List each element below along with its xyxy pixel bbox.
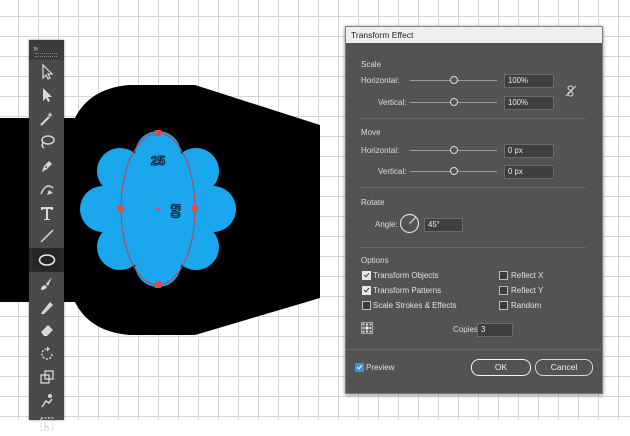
copies-label: Copies (453, 325, 478, 334)
type-tool[interactable] (29, 201, 64, 225)
ellipse-tool-icon (38, 251, 56, 269)
options-section-title: Options (361, 256, 389, 265)
divider (360, 118, 586, 119)
transform-patterns-checkbox[interactable] (362, 286, 371, 295)
reflect-x-label[interactable]: Reflect X (511, 271, 543, 280)
puppet-warp-tool-icon (38, 392, 56, 410)
pen-tool[interactable] (29, 154, 64, 178)
selection-tool[interactable] (29, 60, 64, 84)
scale-horizontal-thumb[interactable] (450, 76, 458, 84)
preview-label[interactable]: Preview (366, 363, 394, 372)
dialog-title[interactable]: Transform Effect (346, 27, 602, 43)
direct-selection-tool-icon (38, 86, 56, 104)
transform-objects-label[interactable]: Transform Objects (373, 271, 439, 280)
collapse-icon[interactable]: » (33, 43, 37, 53)
angle-dial-hand (410, 217, 416, 223)
free-transform-tool[interactable] (29, 413, 64, 436)
line-segment-tool[interactable] (29, 225, 64, 249)
move-horizontal-thumb[interactable] (450, 146, 458, 154)
move-section-title: Move (361, 128, 381, 137)
pen-tool-icon (38, 157, 56, 175)
puppet-warp-tool[interactable] (29, 389, 64, 413)
lasso-tool[interactable] (29, 131, 64, 155)
divider (360, 247, 586, 248)
scale-tool-icon (38, 368, 56, 386)
scale-strokes-checkbox[interactable] (362, 301, 371, 310)
center-point (157, 208, 160, 211)
direct-selection-tool[interactable] (29, 84, 64, 108)
eraser-tool[interactable] (29, 319, 64, 343)
random-label[interactable]: Random (511, 301, 541, 310)
anchor-left (118, 206, 124, 212)
curvature-tool[interactable] (29, 178, 64, 202)
move-vertical-slider[interactable] (410, 171, 497, 172)
transform-patterns-label[interactable]: Transform Patterns (373, 286, 441, 295)
selection-tool-icon (38, 63, 56, 81)
scale-vertical-slider[interactable] (410, 102, 497, 103)
paintbrush-tool[interactable] (29, 272, 64, 296)
magic-wand-tool[interactable] (29, 107, 64, 131)
reference-point-icon[interactable] (361, 322, 373, 334)
divider (360, 187, 586, 188)
scale-section-title: Scale (361, 60, 381, 69)
anchor-top (155, 130, 161, 136)
scale-vertical-thumb[interactable] (450, 98, 458, 106)
type-tool-icon (38, 204, 56, 222)
reflect-y-checkbox[interactable] (499, 286, 508, 295)
move-horizontal-field[interactable]: 0 px (504, 144, 554, 158)
free-transform-tool-icon (38, 415, 56, 433)
anchor-right (192, 206, 198, 212)
preview-checkbox[interactable] (355, 363, 364, 372)
label-top: 25 (151, 153, 165, 168)
scale-horizontal-label: Horizontal: (361, 76, 399, 85)
divider (346, 349, 602, 350)
reflect-y-label[interactable]: Reflect Y (511, 286, 543, 295)
pencil-tool-icon (38, 298, 56, 316)
move-vertical-label: Vertical: (378, 167, 406, 176)
curvature-tool-icon (38, 180, 56, 198)
transform-effect-dialog: Transform Effect Scale Horizontal: 100% … (345, 26, 603, 394)
move-horizontal-label: Horizontal: (361, 146, 399, 155)
lasso-tool-icon (38, 133, 56, 151)
angle-label: Angle: (375, 220, 398, 229)
ok-button[interactable]: OK (471, 359, 531, 376)
ellipse-tool[interactable] (29, 248, 64, 272)
scale-vertical-label: Vertical: (378, 98, 406, 107)
rotate-tool[interactable] (29, 342, 64, 366)
pencil-tool[interactable] (29, 295, 64, 319)
cancel-button[interactable]: Cancel (535, 359, 593, 376)
scale-strokes-label[interactable]: Scale Strokes & Effects (373, 301, 456, 310)
angle-dial[interactable] (399, 213, 420, 234)
scale-tool[interactable] (29, 366, 64, 390)
anchor-bottom (155, 282, 161, 288)
label-right: 50 (168, 204, 183, 218)
angle-field[interactable]: 45° (424, 218, 463, 232)
line-segment-tool-icon (38, 227, 56, 245)
paintbrush-tool-icon (38, 274, 56, 292)
tools-panel: » (29, 40, 64, 420)
move-vertical-field[interactable]: 0 px (504, 165, 554, 179)
reflect-x-checkbox[interactable] (499, 271, 508, 280)
scale-vertical-field[interactable]: 100% (504, 96, 554, 110)
rotate-section-title: Rotate (361, 198, 385, 207)
magic-wand-tool-icon (38, 110, 56, 128)
move-horizontal-slider[interactable] (410, 150, 497, 151)
copies-field[interactable]: 3 (477, 323, 513, 337)
tools-panel-header[interactable]: » (29, 40, 64, 60)
rotate-tool-icon (38, 345, 56, 363)
transform-objects-checkbox[interactable] (362, 271, 371, 280)
move-vertical-thumb[interactable] (450, 167, 458, 175)
scale-horizontal-slider[interactable] (410, 80, 497, 81)
random-checkbox[interactable] (499, 301, 508, 310)
unlink-icon[interactable] (565, 85, 577, 97)
scale-horizontal-field[interactable]: 100% (504, 74, 554, 88)
grip-icon[interactable] (35, 53, 57, 57)
eraser-tool-icon (38, 321, 56, 339)
